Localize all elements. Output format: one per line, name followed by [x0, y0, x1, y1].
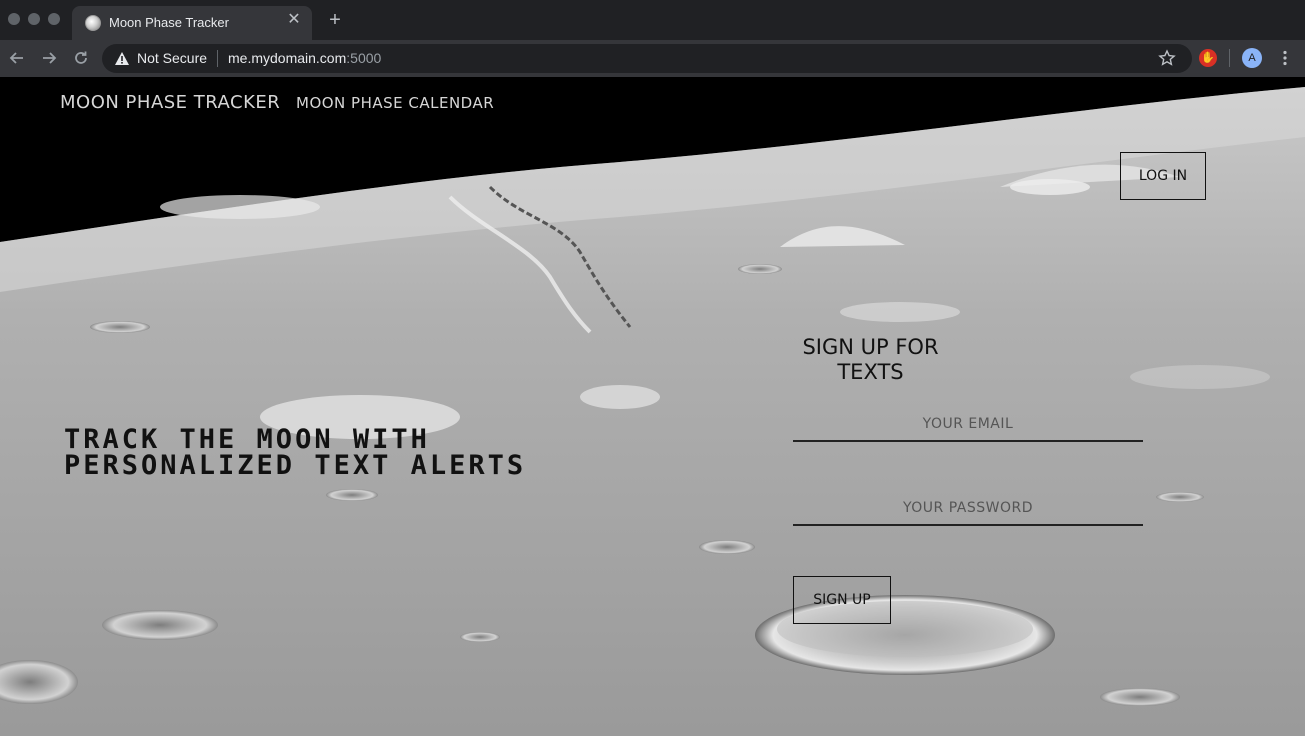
email-field[interactable] — [793, 408, 1143, 442]
page-viewport: MOON PHASE TRACKER MOON PHASE CALENDAR L… — [0, 77, 1305, 736]
moon-favicon-icon — [85, 15, 101, 31]
profile-avatar[interactable]: A — [1242, 48, 1262, 68]
window-close-dot[interactable] — [8, 13, 20, 25]
tab-title: Moon Phase Tracker — [109, 15, 229, 30]
window-minimize-dot[interactable] — [28, 13, 40, 25]
signup-button[interactable]: SIGN UP — [793, 576, 891, 624]
omnibox-divider — [217, 50, 218, 67]
url-port: :5000 — [346, 50, 382, 66]
warning-icon[interactable] — [114, 51, 130, 66]
extension-icon[interactable]: ✋ — [1199, 49, 1217, 67]
lunar-surface-background — [0, 77, 1305, 736]
hero-headline: TRACK THE MOON WITH PERSONALIZED TEXT AL… — [64, 424, 527, 481]
nav-link-calendar[interactable]: MOON PHASE CALENDAR — [296, 94, 494, 112]
menu-icon[interactable] — [1276, 49, 1294, 67]
forward-icon[interactable] — [40, 49, 58, 67]
address-bar[interactable]: Not Secure me.mydomain.com:5000 — [102, 44, 1192, 73]
back-icon[interactable] — [8, 49, 26, 67]
star-icon[interactable] — [1158, 49, 1176, 67]
password-field[interactable] — [793, 492, 1143, 526]
new-tab-icon[interactable]: + — [326, 10, 344, 30]
url-text[interactable]: me.mydomain.com:5000 — [228, 50, 381, 66]
browser-titlebar: Moon Phase Tracker ✕ + — [0, 0, 1305, 40]
security-label[interactable]: Not Secure — [137, 50, 207, 66]
reload-icon[interactable] — [72, 49, 90, 67]
brand-link[interactable]: MOON PHASE TRACKER — [60, 92, 280, 113]
browser-toolbar: Not Secure me.mydomain.com:5000 ✋ A — [0, 40, 1305, 77]
browser-tab[interactable]: Moon Phase Tracker ✕ — [72, 6, 312, 40]
url-host: me.mydomain.com — [228, 50, 347, 66]
tab-close-icon[interactable]: ✕ — [286, 12, 302, 28]
login-button[interactable]: LOG IN — [1120, 152, 1206, 200]
signup-title: SIGN UP FOR TEXTS — [802, 335, 939, 384]
toolbar-divider — [1229, 49, 1230, 67]
window-zoom-dot[interactable] — [48, 13, 60, 25]
